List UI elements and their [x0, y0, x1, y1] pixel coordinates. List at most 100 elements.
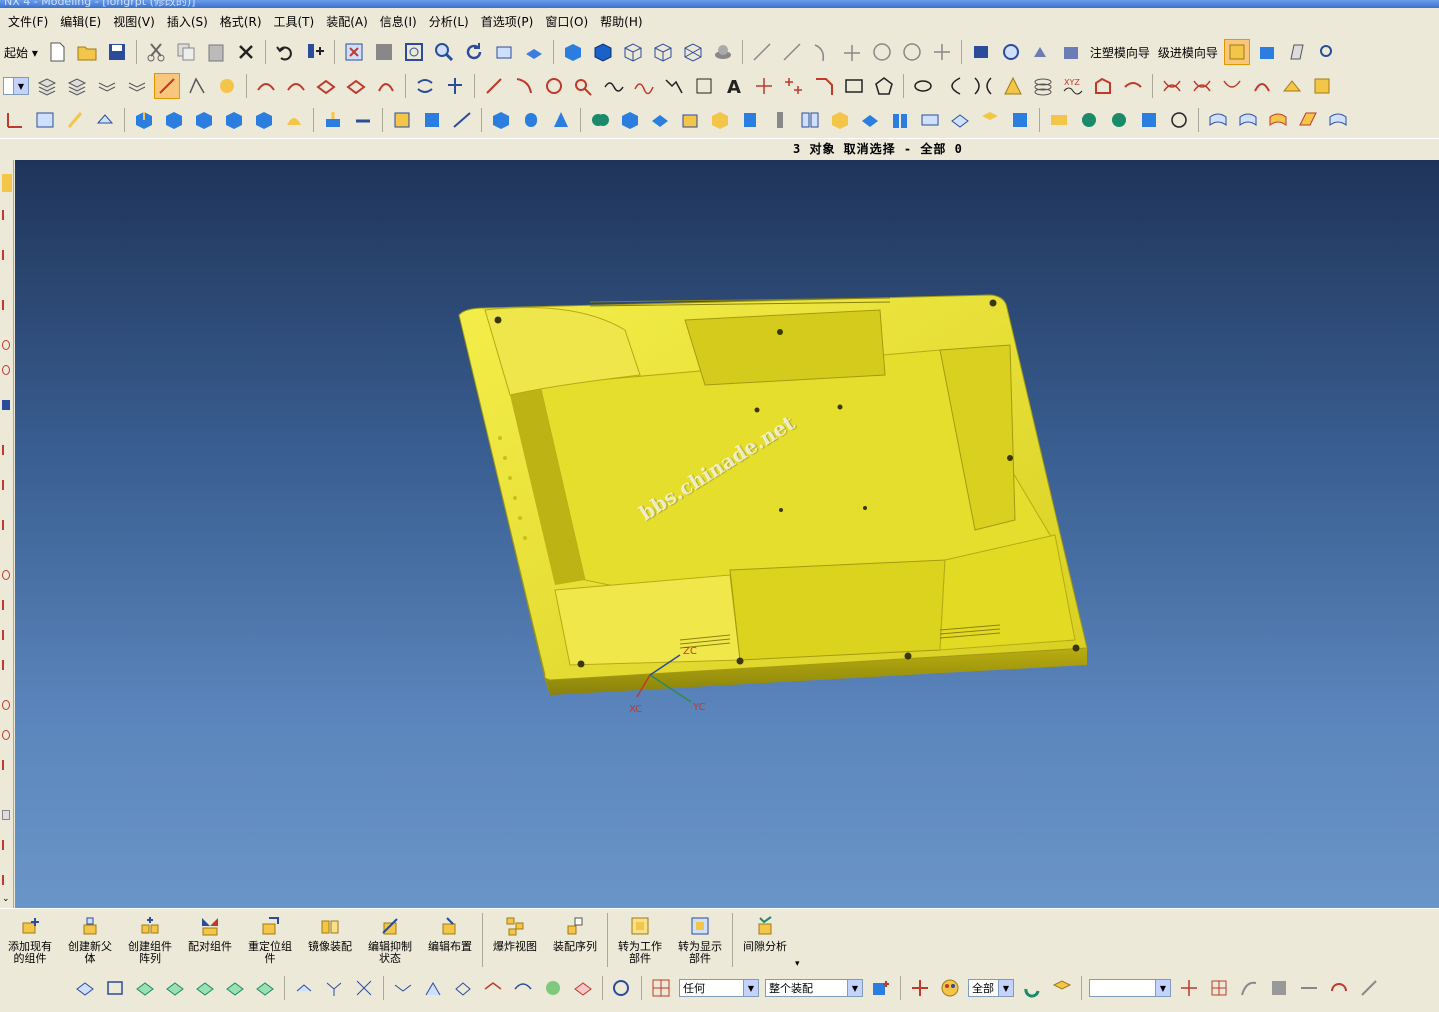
point-icon[interactable]	[929, 39, 955, 65]
cut-icon[interactable]	[143, 39, 169, 65]
snap-existing-point-icon[interactable]	[570, 975, 596, 1001]
extrude-icon[interactable]	[131, 107, 157, 133]
drafting-icon[interactable]	[1284, 39, 1310, 65]
curve-bridge-icon[interactable]	[283, 73, 309, 99]
curve-intersect-icon[interactable]	[343, 73, 369, 99]
progressive-die-wizard-button[interactable]: 级进模向导	[1158, 44, 1218, 61]
revolve-icon[interactable]	[161, 107, 187, 133]
sketch-profile-icon[interactable]	[184, 73, 210, 99]
type-filter-icon[interactable]	[648, 975, 674, 1001]
menu-insert[interactable]: 插入(S)	[161, 13, 214, 30]
parabola-icon[interactable]	[940, 73, 966, 99]
perpendicular-icon[interactable]	[839, 39, 865, 65]
constraint-line-icon[interactable]	[2, 660, 10, 670]
instance-icon[interactable]	[1007, 107, 1033, 133]
mold-parts-icon[interactable]	[1058, 39, 1084, 65]
clearance-analysis-button[interactable]: 间隙分析	[735, 913, 795, 953]
layer-select[interactable]: 全部 ▼	[968, 979, 1014, 997]
paste-icon[interactable]	[203, 39, 229, 65]
draft-icon[interactable]	[707, 107, 733, 133]
snap-intersection-icon[interactable]	[390, 975, 416, 1001]
curve-project-icon[interactable]	[313, 73, 339, 99]
assembly-filter-icon[interactable]	[868, 975, 894, 1001]
through-mesh-icon[interactable]	[1235, 107, 1261, 133]
menu-info[interactable]: 信息(I)	[374, 13, 423, 30]
wireframe-icon[interactable]	[620, 39, 646, 65]
basic-line-icon[interactable]	[481, 73, 507, 99]
undo-selection-icon[interactable]	[1019, 975, 1045, 1001]
hyperbola-icon[interactable]	[970, 73, 996, 99]
line-icon[interactable]	[749, 39, 775, 65]
slot-icon[interactable]	[449, 107, 475, 133]
general-conic-icon[interactable]	[1000, 73, 1026, 99]
hole-icon[interactable]	[320, 107, 346, 133]
mold-wizard-icon[interactable]	[1223, 39, 1250, 65]
boss-icon[interactable]	[350, 107, 376, 133]
snap-on-curve-icon[interactable]	[510, 975, 536, 1001]
menu-assembly[interactable]: 装配(A)	[320, 13, 374, 30]
trim-body-icon[interactable]	[857, 107, 883, 133]
select-sheets-icon[interactable]	[162, 975, 188, 1001]
type-filter-select[interactable]: 任何 ▼	[679, 979, 759, 997]
die-wizard-icon[interactable]	[1254, 39, 1280, 65]
selection-scope-select[interactable]: 整个装配 ▼	[765, 979, 863, 997]
cone-icon[interactable]	[548, 107, 574, 133]
n-sided-surface-icon[interactable]	[1295, 107, 1321, 133]
snap-midpoint-icon[interactable]	[321, 975, 347, 1001]
rotate-snap-icon[interactable]	[1326, 975, 1352, 1001]
select-bodies-icon[interactable]	[132, 975, 158, 1001]
constraint-circle-icon[interactable]	[2, 570, 10, 580]
constraint-line-icon[interactable]	[2, 480, 10, 490]
snap-endpoint-icon[interactable]	[291, 975, 317, 1001]
layer-settings-icon[interactable]	[34, 73, 60, 99]
undo-icon[interactable]	[272, 39, 298, 65]
copy-to-layer-icon[interactable]	[124, 73, 150, 99]
rotate-icon[interactable]	[461, 39, 487, 65]
layer-visible-icon[interactable]	[64, 73, 90, 99]
select-filter-icon[interactable]	[302, 39, 328, 65]
edit-arrangement-button[interactable]: 编辑布置	[420, 913, 480, 953]
helix-icon[interactable]	[1030, 73, 1056, 99]
constraint-line-icon[interactable]	[2, 300, 10, 310]
orient-view-icon[interactable]	[521, 39, 547, 65]
graphics-viewport[interactable]: XC YC ZC bbs.chinade.net	[15, 160, 1439, 908]
snap-center-icon[interactable]	[420, 975, 446, 1001]
datum-icon[interactable]	[2, 107, 28, 133]
menu-edit[interactable]: 编辑(E)	[54, 13, 107, 30]
snap-tangent-icon[interactable]	[480, 975, 506, 1001]
zoom-icon[interactable]	[431, 39, 457, 65]
point-set-icon[interactable]	[781, 73, 807, 99]
circle-icon[interactable]	[869, 39, 895, 65]
select-grid-icon[interactable]	[252, 975, 278, 1001]
curve-offset-icon[interactable]	[253, 73, 279, 99]
chamfer-icon[interactable]	[647, 107, 673, 133]
constraint-line-icon[interactable]	[2, 875, 10, 885]
constraint-line-icon[interactable]	[2, 520, 10, 530]
tube-icon[interactable]	[251, 107, 277, 133]
cylinder-icon[interactable]	[518, 107, 544, 133]
make-work-part-button[interactable]: 转为工作 部件	[610, 913, 670, 965]
offset-face-icon[interactable]	[737, 107, 763, 133]
add-existing-component-button[interactable]: 添加现有 的组件	[0, 913, 60, 965]
smooth-spline-icon[interactable]	[1309, 73, 1335, 99]
start-button[interactable]: 起始 ▾	[4, 44, 38, 61]
fillet-icon[interactable]	[571, 73, 597, 99]
sweep-guide-icon[interactable]	[221, 107, 247, 133]
mold-icon[interactable]	[968, 39, 994, 65]
pan-snap-icon[interactable]	[1356, 975, 1382, 1001]
shaded-view-icon[interactable]	[560, 39, 586, 65]
wrap-geometry-icon[interactable]	[947, 107, 973, 133]
edge-blend-icon[interactable]	[617, 107, 643, 133]
new-file-icon[interactable]	[44, 39, 70, 65]
zoom-box-icon[interactable]	[401, 39, 427, 65]
rectangle-icon[interactable]	[841, 73, 867, 99]
exploded-view-button[interactable]: 爆炸视图	[485, 913, 545, 953]
menu-tools[interactable]: 工具(T)	[268, 13, 321, 30]
sketch-constraint-icon[interactable]	[214, 73, 240, 99]
scroll-down-icon[interactable]: ⌄	[2, 895, 10, 905]
row2-dropdown[interactable]: ▼	[3, 77, 29, 95]
curve-section-icon[interactable]	[373, 73, 399, 99]
swept-surface-icon[interactable]	[1265, 107, 1291, 133]
promote-body-icon[interactable]	[1136, 107, 1162, 133]
extra-tool-icon[interactable]	[1314, 39, 1340, 65]
